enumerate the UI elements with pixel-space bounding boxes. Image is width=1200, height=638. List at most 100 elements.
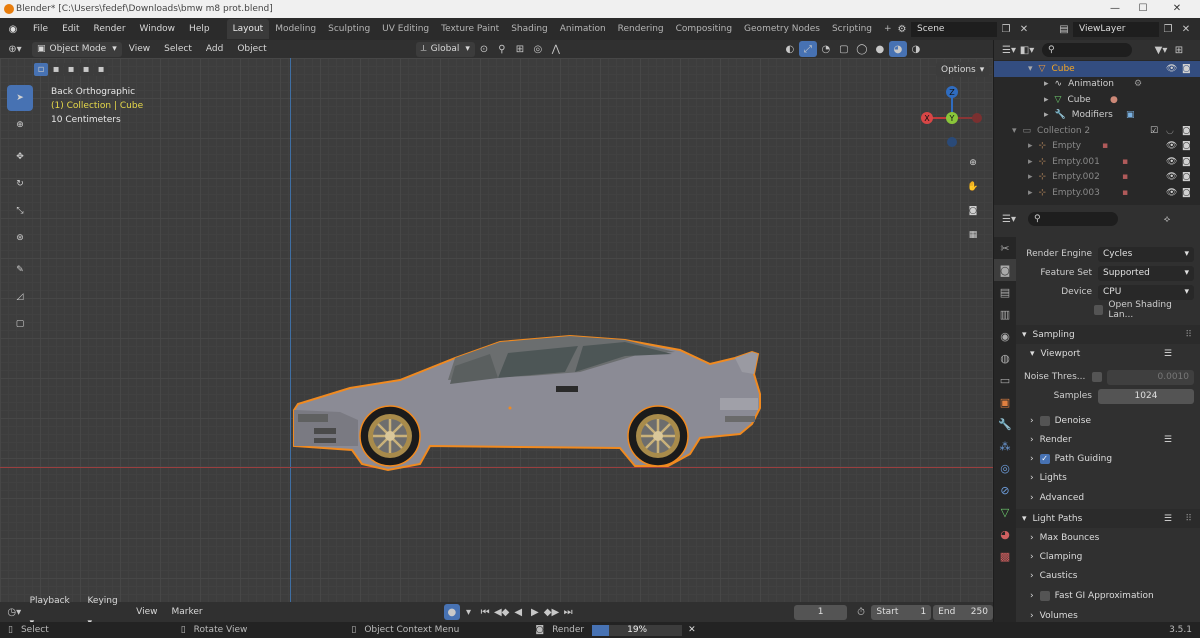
pan-hand-icon[interactable]: ✋ — [960, 174, 986, 200]
noise-threshold-checkbox[interactable] — [1092, 372, 1102, 382]
select-menu[interactable]: Select — [157, 38, 199, 60]
list-icon[interactable]: ☰ — [1164, 514, 1172, 524]
tab-uv-editing[interactable]: UV Editing — [376, 19, 435, 39]
scene-name[interactable]: Scene — [911, 21, 997, 37]
clamping-subsection[interactable]: › Clamping — [1030, 548, 1194, 566]
max-bounces-subsection[interactable]: › Max Bounces — [1030, 529, 1194, 547]
timeline-editor-icon[interactable]: ◷▾ — [6, 604, 23, 620]
eye-icon[interactable]: 👁 — [1166, 172, 1177, 182]
select-intersect-icon[interactable]: ▪ — [94, 63, 108, 76]
snap-target-icon[interactable]: ⊞ — [511, 41, 529, 57]
tab-shading[interactable]: Shading — [505, 19, 554, 39]
mode-selector[interactable]: ▣ Object Mode ▾ — [32, 41, 122, 57]
modifier-tab-icon[interactable]: 🔧 — [994, 413, 1016, 435]
tool-tab-icon[interactable]: ✂ — [994, 237, 1016, 259]
select-new-icon[interactable]: ▫ — [34, 63, 48, 76]
outliner-item-collection-2[interactable]: ▾ ▭ Collection 2 ☑ ◡ ◙ — [994, 123, 1200, 139]
viewlayer-name[interactable]: ViewLayer — [1073, 21, 1159, 37]
osl-checkbox[interactable] — [1094, 305, 1104, 315]
data-tab-icon[interactable]: ▽ — [994, 501, 1016, 523]
outliner-item-empty-003[interactable]: ▸ ⊹ Empty.003 ▪ 👁 ◙ — [994, 185, 1200, 201]
falloff-icon[interactable]: ⋀ — [547, 41, 565, 57]
physics-tab-icon[interactable]: ◎ — [994, 457, 1016, 479]
sampling-section[interactable]: ▾ Sampling ⠿ — [1016, 325, 1200, 344]
eye-icon[interactable]: 👁 — [1166, 141, 1177, 151]
eye-icon[interactable]: 👁 — [1166, 64, 1177, 74]
delete-viewlayer-icon[interactable]: ✕ — [1177, 21, 1195, 37]
tab-modeling[interactable]: Modeling — [269, 19, 322, 39]
tab-rendering[interactable]: Rendering — [612, 19, 670, 39]
tab-layout[interactable]: Layout — [226, 19, 270, 39]
collection-checkbox[interactable]: ☑ — [1150, 126, 1158, 136]
outliner-item-modifiers[interactable]: ▸ 🔧 Modifiers ▣ — [994, 108, 1200, 124]
neg-x-axis-handle[interactable] — [972, 113, 982, 123]
noise-threshold-field[interactable]: 0.0010 — [1107, 369, 1194, 385]
select-extend-icon[interactable]: ▪ — [49, 63, 63, 76]
blender-menu-icon[interactable]: ◉ — [0, 21, 26, 37]
grid-perspective-icon[interactable]: ▦ — [960, 222, 986, 248]
add-cube-tool-icon[interactable]: ▢ — [7, 311, 33, 337]
list-icon[interactable]: ☰ — [1164, 435, 1172, 445]
menu-render[interactable]: Render — [87, 18, 133, 40]
menu-file[interactable]: File — [26, 18, 55, 40]
close-button[interactable]: ✕ — [1154, 0, 1200, 18]
tab-geometry-nodes[interactable]: Geometry Nodes — [738, 19, 826, 39]
delete-scene-icon[interactable]: ✕ — [1015, 21, 1033, 37]
stopwatch-icon[interactable]: ⏱ — [853, 604, 870, 620]
eye-hidden-icon[interactable]: ◡ — [1166, 126, 1174, 136]
rotate-tool-icon[interactable]: ↻ — [7, 171, 33, 197]
select-subtract-icon[interactable]: ▪ — [64, 63, 78, 76]
end-frame-field[interactable]: End 250 — [933, 604, 993, 620]
osl-row[interactable]: Open Shading Lan... — [1094, 300, 1194, 320]
properties-search-input[interactable]: ⚲ — [1028, 212, 1118, 226]
view-menu[interactable]: View — [122, 38, 157, 60]
filter-icon[interactable]: ▼▾ — [1152, 42, 1170, 58]
lights-subsection[interactable]: › Lights — [1030, 469, 1194, 487]
object-tab-icon[interactable]: ▣ — [994, 391, 1016, 413]
material-tab-icon[interactable]: ◕ — [994, 523, 1016, 545]
view-layer-tab-icon[interactable]: ▥ — [994, 303, 1016, 325]
camera-render-icon[interactable]: ◙ — [1182, 172, 1191, 182]
scene-selector[interactable]: ⚙ Scene ❐ ✕ — [893, 21, 1033, 37]
editor-type-icon[interactable]: ⊕▾ — [6, 41, 24, 57]
outliner-item-empty[interactable]: ▸ ⊹ Empty ▪ 👁 ◙ — [994, 139, 1200, 155]
outliner-item-cube-mesh[interactable]: ▸ ▽ Cube ● — [994, 92, 1200, 108]
constraint-tab-icon[interactable]: ⊘ — [994, 479, 1016, 501]
measure-tool-icon[interactable]: ◿ — [7, 284, 33, 310]
select-box-tool-icon[interactable]: ➤ — [7, 85, 33, 111]
timeline-view-menu[interactable]: View — [129, 601, 164, 623]
next-keyframe-icon[interactable]: ◆▶ — [543, 604, 560, 620]
light-paths-section[interactable]: ▾ Light Paths ☰ ⠿ — [1016, 509, 1200, 528]
new-collection-icon[interactable]: ⊞ — [1170, 42, 1188, 58]
outliner-item-empty-002[interactable]: ▸ ⊹ Empty.002 ▪ 👁 ◙ — [994, 170, 1200, 186]
device-dropdown[interactable]: CPU ▾ — [1098, 284, 1194, 300]
outliner-item-cube[interactable]: ▾ ▽ Cube 👁 ◙ — [994, 61, 1200, 77]
select-invert-icon[interactable]: ▪ — [79, 63, 93, 76]
scale-tool-icon[interactable]: ⤡ — [7, 198, 33, 224]
annotate-tool-icon[interactable]: ✎ — [7, 257, 33, 283]
cancel-render-icon[interactable]: ✕ — [688, 625, 696, 635]
jump-start-icon[interactable]: ⏮ — [477, 604, 494, 620]
transform-tool-icon[interactable]: ⊛ — [7, 225, 33, 251]
neg-z-axis-handle[interactable] — [947, 137, 957, 147]
pin-icon[interactable]: ⟡ — [1158, 211, 1176, 227]
outliner-item-empty-001[interactable]: ▸ ⊹ Empty.001 ▪ 👁 ◙ — [994, 154, 1200, 170]
play-reverse-icon[interactable]: ◀ — [510, 604, 527, 620]
path-guiding-subsection[interactable]: › ✓ Path Guiding — [1030, 450, 1194, 468]
viewport-subsection[interactable]: ▾ Viewport ☰ — [1030, 345, 1194, 363]
denoise-checkbox[interactable] — [1039, 416, 1050, 426]
output-tab-icon[interactable]: ▤ — [994, 281, 1016, 303]
pivot-icon[interactable]: ⊙ — [475, 41, 493, 57]
start-frame-field[interactable]: Start 1 — [871, 604, 932, 620]
shading-rendered-icon[interactable]: ◑ — [907, 41, 925, 57]
new-viewlayer-icon[interactable]: ❐ — [1159, 21, 1177, 37]
caustics-subsection[interactable]: › Caustics — [1030, 567, 1194, 585]
tab-texture-paint[interactable]: Texture Paint — [435, 19, 505, 39]
camera-icon[interactable]: ◙ — [960, 198, 986, 224]
tab-animation[interactable]: Animation — [554, 19, 612, 39]
fast-gi-subsection[interactable]: › Fast GI Approximation — [1030, 587, 1194, 605]
tab-scripting[interactable]: Scripting — [826, 19, 878, 39]
keying-set-icon[interactable]: ▾ — [460, 604, 477, 620]
jump-end-icon[interactable]: ⏭ — [560, 604, 577, 620]
object-menu[interactable]: Object — [230, 38, 273, 60]
